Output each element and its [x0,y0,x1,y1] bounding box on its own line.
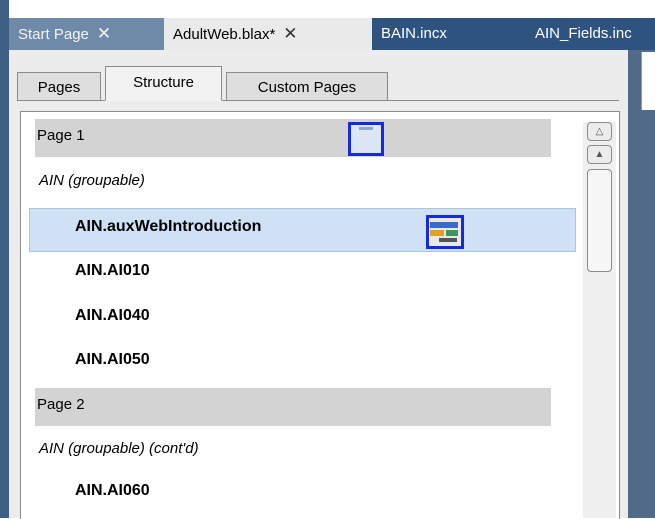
tab-bain[interactable]: BAIN.incx [372,18,522,50]
structure-tree[interactable]: Page 1 AIN (groupable) AIN.auxWebIntrodu… [20,111,620,519]
page-label: Page 1 [37,127,85,144]
tree-item[interactable]: AIN.AI050 [75,351,150,369]
tree-item[interactable]: AIN.AI040 [75,307,150,325]
tree-item[interactable]: AIN.AI010 [75,262,150,280]
subtab-custom-pages[interactable]: Custom Pages [226,72,388,100]
tree-item-selected[interactable]: AIN.auxWebIntroduction [29,208,576,252]
scroll-thumb[interactable] [587,169,612,272]
document-tab-bar: Start Page ✕ AdultWeb.blax* ✕ BAIN.incx AI… [9,18,655,50]
adjacent-panel [641,52,655,110]
left-edge [0,0,9,518]
tree-page-row[interactable]: Page 2 [35,388,551,426]
scroll-to-top-icon[interactable]: △ [587,122,612,141]
item-thumbnail-icon[interactable] [426,215,464,249]
tab-start-page[interactable]: Start Page ✕ [9,18,169,50]
vertical-scrollbar[interactable]: △ ▲ [583,122,616,518]
close-icon[interactable]: ✕ [283,18,297,50]
tab-adultweb[interactable]: AdultWeb.blax* ✕ [164,18,372,50]
tab-label: Start Page [18,26,89,43]
page-label: Page 2 [37,396,85,413]
tree-item[interactable]: AIN.AI060 [75,482,150,500]
tree-group-row[interactable]: AIN (groupable) (cont'd) [39,440,199,457]
close-icon[interactable]: ✕ [97,18,111,50]
subtab-structure[interactable]: Structure [105,66,222,101]
tree-group-row[interactable]: AIN (groupable) [39,172,145,189]
right-edge [628,50,655,518]
tree-page-row[interactable]: Page 1 [35,119,551,157]
tab-label: AIN_Fields.inc [535,25,632,42]
item-label: AIN.auxWebIntroduction [75,218,262,235]
tab-label: BAIN.incx [381,25,447,42]
tab-label: AdultWeb.blax* [173,26,276,43]
subtab-pages[interactable]: Pages [17,72,101,100]
scroll-up-icon[interactable]: ▲ [587,145,612,164]
tab-ain-fields[interactable]: AIN_Fields.inc [526,18,655,50]
page-thumbnail-icon[interactable] [348,122,384,156]
